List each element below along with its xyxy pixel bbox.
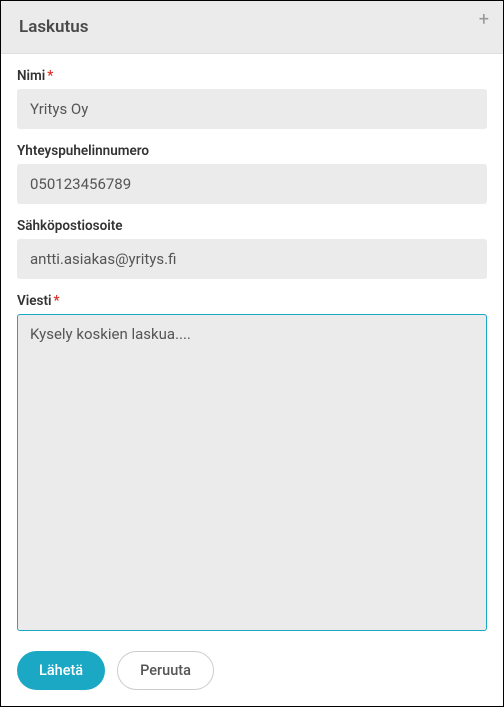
phone-label-text: Yhteyspuhelinnumero — [17, 143, 149, 159]
email-label-text: Sähköpostiosoite — [17, 218, 123, 234]
message-label-text: Viesti — [17, 293, 52, 309]
submit-button[interactable]: Lähetä — [17, 651, 105, 690]
modal-title: Laskutus — [19, 17, 485, 37]
email-label: Sähköpostiosoite — [17, 218, 487, 234]
name-label-text: Nimi — [17, 68, 45, 84]
required-asterisk: * — [54, 293, 60, 309]
message-field: Viesti* — [17, 293, 487, 631]
required-asterisk: * — [47, 68, 53, 84]
message-textarea[interactable] — [17, 314, 487, 631]
modal-header: Laskutus + — [1, 1, 503, 54]
phone-label: Yhteyspuhelinnumero — [17, 143, 487, 159]
modal-body: Nimi* Yhteyspuhelinnumero Sähköpostiosoi… — [1, 54, 503, 639]
cancel-button[interactable]: Peruuta — [117, 651, 214, 690]
expand-icon[interactable]: + — [479, 11, 489, 29]
message-label: Viesti* — [17, 293, 487, 309]
email-input[interactable] — [17, 239, 487, 279]
phone-input[interactable] — [17, 164, 487, 204]
email-field: Sähköpostiosoite — [17, 218, 487, 279]
phone-field: Yhteyspuhelinnumero — [17, 143, 487, 204]
billing-form-modal: Laskutus + Nimi* Yhteyspuhelinnumero Säh… — [0, 0, 504, 707]
name-field: Nimi* — [17, 68, 487, 129]
name-input[interactable] — [17, 89, 487, 129]
name-label: Nimi* — [17, 68, 487, 84]
modal-footer: Lähetä Peruuta — [1, 639, 503, 706]
